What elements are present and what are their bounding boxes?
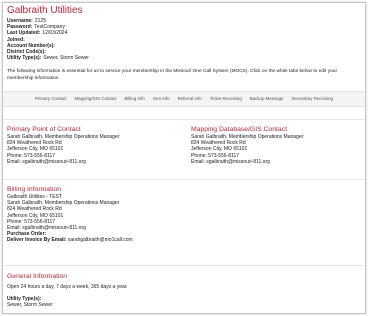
invoice-email-label: Deliver Invoice By Email: — [7, 237, 67, 244]
tab-billing-info[interactable]: Billing Info — [124, 96, 144, 102]
mapping-contact-section: Mapping Database/GIS Contact Sarah Galbr… — [191, 126, 363, 165]
tab-primary-contact[interactable]: Primary Contact — [35, 96, 66, 102]
general-section: General Information Open 24 hours a day,… — [7, 273, 307, 309]
purchase-order-label: Purchase Order: — [7, 231, 47, 238]
section-divider — [3, 265, 365, 266]
meta-value: 12/03/2024 — [42, 30, 68, 37]
primary-contact-section: Primary Point of Contact Sarah Galbraith… — [7, 126, 183, 165]
section-heading: Primary Point of Contact — [7, 126, 81, 133]
hours-text: Open 24 hours a day, 7 days a week, 365 … — [7, 284, 128, 290]
tab-bar: Primary Contact Mapping/GIS Contact Bill… — [3, 91, 365, 107]
utility-type-value: Sewer, Storm Sewer — [7, 302, 53, 309]
invoice-email-value: sarahgalbraith@mo1call.com — [67, 237, 133, 244]
page-frame: Galbraith Utilities Username: 2125 Passwo… — [2, 2, 366, 314]
page-title: Galbraith Utilities — [7, 5, 83, 16]
tab-mapping-gis-contact[interactable]: Mapping/GIS Contact — [74, 96, 116, 102]
invoice-email-row: Deliver Invoice By Email: sarahgalbraith… — [7, 237, 267, 243]
meta-label: Utility Type(s): — [7, 55, 42, 62]
meta-value: Sewer, Storm Sewer — [43, 55, 89, 62]
meta-utility-types: Utility Type(s): Sewer, Storm Sewer — [7, 55, 207, 61]
tab-backup-message[interactable]: Backup Message — [250, 96, 284, 102]
contact-line: Email: sgalbraith@missouri-811.org — [7, 158, 86, 165]
tab-ticket-receiving[interactable]: Ticket Receiving — [210, 96, 242, 102]
section-heading: Billing Information — [7, 186, 62, 193]
section-heading: Mapping Database/GIS Contact — [191, 126, 287, 133]
account-meta: Username: 2125 Password: TestCompany Last … — [7, 18, 207, 61]
intro-text: The following information is essential f… — [7, 69, 338, 81]
billing-section: Billing Information Galbraith Utilities … — [7, 186, 267, 244]
section-divider — [3, 119, 365, 120]
section-heading: General Information — [7, 273, 68, 280]
section-divider — [3, 179, 365, 180]
tab-secondary-receiving[interactable]: Secondary Receiving — [291, 96, 333, 102]
tab-gen-info[interactable]: Gen Info — [153, 96, 170, 102]
contact-line: Email: sgalbraith@missouri-811.org — [191, 158, 270, 165]
tab-referral-info[interactable]: Referral Info — [178, 96, 202, 102]
